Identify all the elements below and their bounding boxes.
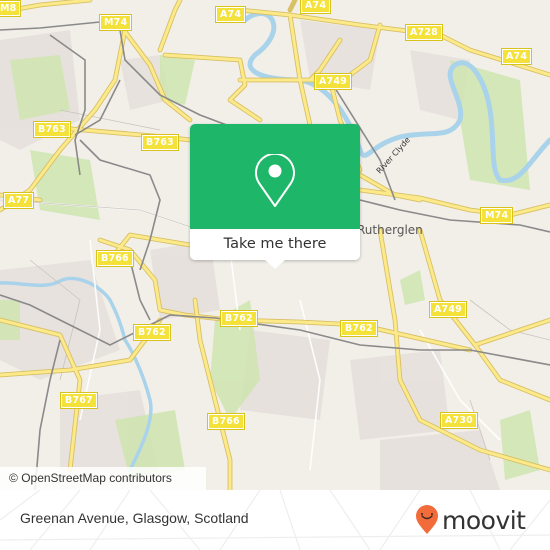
take-me-there-label: Take me there <box>223 236 327 252</box>
road-label-a74: A74 <box>299 0 332 14</box>
road-label-a77: A77 <box>2 192 35 209</box>
road-label-m74: M74 <box>479 207 514 224</box>
road-label-b763: B763 <box>141 134 179 151</box>
road-label-a749: A749 <box>314 73 352 90</box>
map-attribution: © OpenStreetMap contributors <box>0 467 206 490</box>
road-label-m74: M74 <box>98 14 133 31</box>
road-label-b767: B767 <box>60 392 98 409</box>
road-label-b762: B762 <box>340 320 378 337</box>
road-label-b766: B766 <box>207 413 245 430</box>
place-label-rutherglen: Rutherglen <box>357 223 423 237</box>
moovit-wordmark: moovit <box>442 505 526 535</box>
road-label-b762: B762 <box>133 324 171 341</box>
road-label-b762: B762 <box>220 310 258 327</box>
popup-pointer <box>264 259 286 269</box>
road-label-a74: A74 <box>214 6 247 23</box>
moovit-logo[interactable]: moovit <box>415 503 526 537</box>
road-label-m8: M8 <box>0 0 22 17</box>
map-pin-icon <box>255 154 295 207</box>
location-popup[interactable]: Take me there <box>190 124 360 269</box>
road-label-a728: A728 <box>405 24 443 41</box>
road-label-a74: A74 <box>500 48 533 65</box>
road-label-a749: A749 <box>429 301 467 318</box>
footer-bar: Greenan Avenue, Glasgow, Scotland moovit <box>0 490 550 550</box>
map-view[interactable]: M8 M74 A74 A74 A728 A74 A749 B763 B763 A… <box>0 0 550 490</box>
popup-header[interactable] <box>190 124 360 229</box>
road-label-b766: B766 <box>96 250 134 267</box>
location-address: Greenan Avenue, Glasgow, Scotland <box>20 510 249 526</box>
attribution-prefix: © <box>9 471 22 485</box>
take-me-there-button[interactable]: Take me there <box>190 229 360 260</box>
road-label-a730: A730 <box>440 412 478 429</box>
road-label-b763: B763 <box>33 121 71 138</box>
moovit-pin-icon <box>416 505 438 534</box>
attribution-link[interactable]: OpenStreetMap contributors <box>21 471 172 485</box>
